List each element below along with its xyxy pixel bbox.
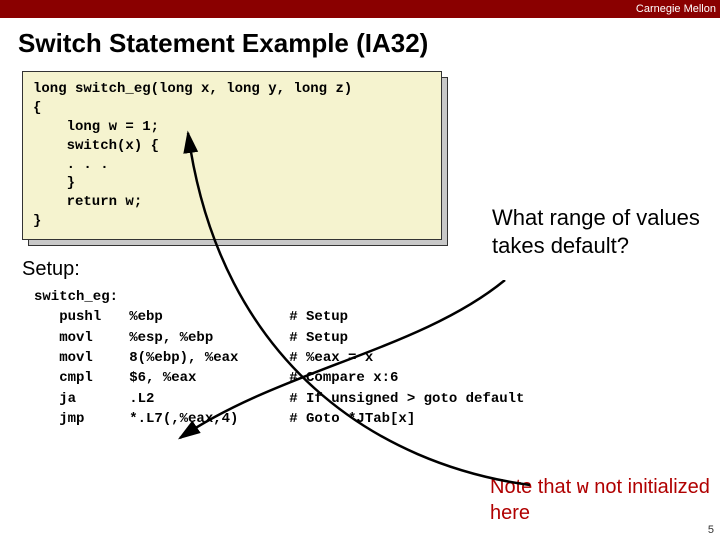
init-note: Note that w not initialized here xyxy=(490,475,710,525)
code-line: } xyxy=(33,213,41,229)
asm-cmt: # If unsigned > goto default xyxy=(289,391,524,407)
brand-bar: Carnegie Mellon xyxy=(0,0,720,18)
code-line: . . . xyxy=(33,157,109,173)
page-number: 5 xyxy=(708,524,714,536)
asm-args: %ebp xyxy=(129,307,289,327)
note-var: w xyxy=(577,477,589,500)
asm-op: ja xyxy=(59,389,129,409)
c-code-box: long switch_eg(long x, long y, long z) {… xyxy=(22,71,442,240)
asm-args: %esp, %ebp xyxy=(129,328,289,348)
code-line: long switch_eg(long x, long y, long z) xyxy=(33,81,352,97)
asm-label: switch_eg: xyxy=(34,289,118,305)
slide-title: Switch Statement Example (IA32) xyxy=(0,18,720,71)
asm-cmt: # Compare x:6 xyxy=(289,370,398,386)
asm-args: $6, %eax xyxy=(129,368,289,388)
asm-op: pushl xyxy=(59,307,129,327)
asm-args: .L2 xyxy=(129,389,289,409)
code-line: return w; xyxy=(33,194,142,210)
asm-cmt: # Goto *JTab[x] xyxy=(289,411,415,427)
asm-op: jmp xyxy=(59,409,129,429)
setup-label: Setup: xyxy=(22,258,720,281)
code-line: switch(x) { xyxy=(33,138,159,154)
brand-text: Carnegie Mellon xyxy=(636,3,716,15)
asm-cmt: # Setup xyxy=(289,309,348,325)
note-pre: Note that xyxy=(490,476,577,498)
asm-op: cmpl xyxy=(59,368,129,388)
asm-args: 8(%ebp), %eax xyxy=(129,348,289,368)
asm-op: movl xyxy=(59,348,129,368)
code-line: } xyxy=(33,175,75,191)
asm-cmt: # Setup xyxy=(289,330,348,346)
asm-block: switch_eg: pushl%ebp# Setup movl%esp, %e… xyxy=(34,287,720,429)
code-line: long w = 1; xyxy=(33,119,159,135)
asm-args: *.L7(,%eax,4) xyxy=(129,409,289,429)
asm-op: movl xyxy=(59,328,129,348)
question-text: What range of values takes default? xyxy=(492,204,702,259)
code-line: { xyxy=(33,100,41,116)
codebox: long switch_eg(long x, long y, long z) {… xyxy=(22,71,442,240)
asm-cmt: # %eax = x xyxy=(289,350,373,366)
